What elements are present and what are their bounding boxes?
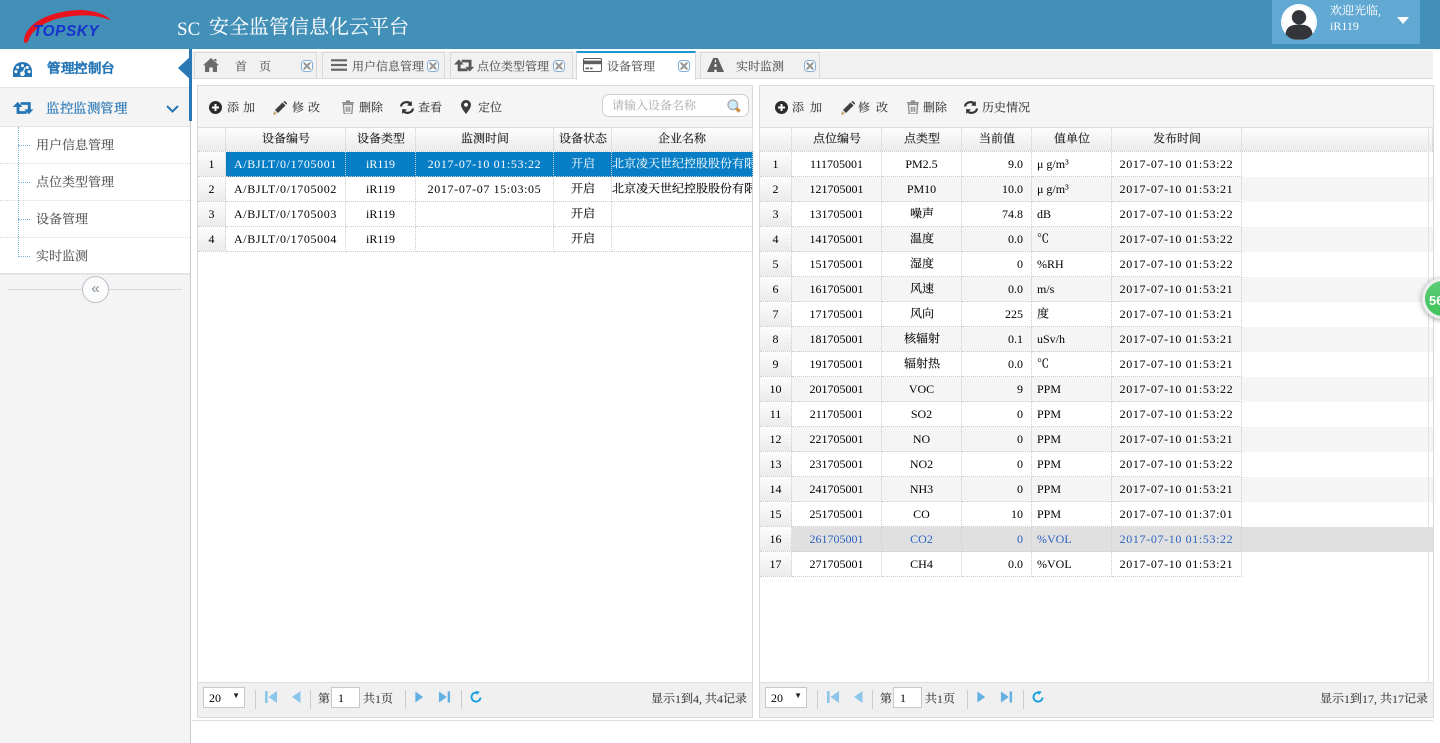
svg-text:TOPSKY: TOPSKY (33, 23, 100, 40)
